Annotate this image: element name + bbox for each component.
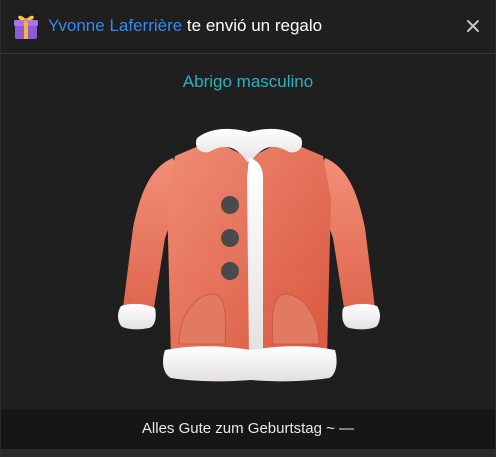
dialog-header: Yvonne Laferrière te envió un regalo xyxy=(1,0,495,54)
gift-box-icon xyxy=(14,15,38,39)
red-coat-illustration xyxy=(118,128,380,382)
dialog-title: Yvonne Laferrière te envió un regalo xyxy=(48,15,322,37)
gift-message: Alles Gute zum Geburtstag ~ — xyxy=(141,420,355,437)
title-text: te envió un regalo xyxy=(182,16,323,35)
bottom-strip xyxy=(1,449,495,457)
close-icon[interactable] xyxy=(465,18,481,34)
sender-name-link[interactable]: Yvonne Laferrière xyxy=(48,16,182,35)
gift-dialog: Yvonne Laferrière te envió un regalo Abr… xyxy=(0,0,496,457)
gift-message-bar: Alles Gute zum Geburtstag ~ — xyxy=(1,409,495,449)
gift-item-name: Abrigo masculino xyxy=(182,72,314,91)
